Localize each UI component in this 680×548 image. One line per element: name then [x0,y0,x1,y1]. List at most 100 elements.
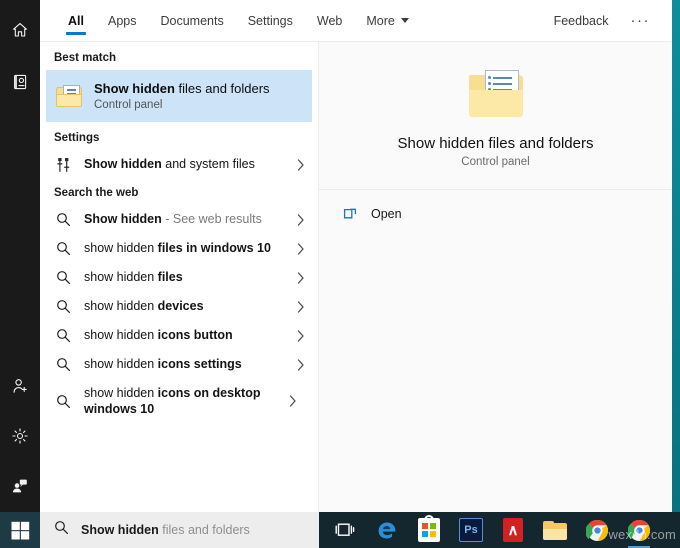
chevron-right-icon[interactable] [286,395,300,407]
web-result-row[interactable]: show hidden icons on desktop windows 10 [40,379,318,423]
chevron-right-icon[interactable] [294,213,308,226]
taskbar-search-box[interactable]: Show hidden files and folders [40,512,319,548]
web-result-label: show hidden files [84,269,282,286]
best-match-subtitle: Control panel [94,98,163,111]
chevron-right-icon[interactable] [294,329,308,342]
feedback-person-icon[interactable] [8,474,32,498]
search-typed-text: Show hidden [81,523,159,537]
web-result-label: show hidden icons on desktop windows 10 [84,385,274,418]
tab-settings[interactable]: Settings [236,0,305,41]
web-result-row[interactable]: show hidden files [40,263,318,292]
account-icon[interactable] [8,374,32,398]
search-web-heading: Search the web [54,187,139,199]
task-view-icon[interactable] [325,512,365,548]
web-result-lead: show hidden [84,241,158,256]
web-result-row[interactable]: show hidden files in windows 10 [40,234,318,263]
tab-all-label: All [68,13,84,28]
tab-web-label: Web [316,13,343,28]
file-explorer-icon[interactable] [535,512,575,548]
preview-panel: Show hidden files and folders Control pa… [319,42,672,512]
search-icon [54,212,72,227]
web-result-row[interactable]: show hidden icons settings [40,350,318,379]
web-result-label: show hidden icons settings [84,356,282,373]
chevron-right-icon[interactable] [294,158,308,171]
gear-icon[interactable] [8,424,32,448]
best-match-title-bold: Show hidden [94,81,175,97]
tab-apps-label: Apps [107,13,137,28]
tab-more[interactable]: More [354,0,420,41]
tab-documents-label: Documents [160,13,224,28]
web-result-lead: Show hidden [84,212,162,227]
tab-settings-label: Settings [247,13,293,28]
web-result-rest: files [157,270,183,285]
web-result-rest: icons settings [157,357,242,372]
start-button[interactable] [0,512,40,548]
web-result-lead: show hidden [84,385,158,400]
web-result-lead: show hidden [84,357,158,372]
edge-icon[interactable] [367,512,407,548]
chevron-right-icon[interactable] [294,358,308,371]
chrome-icon[interactable] [619,512,659,548]
web-result-row[interactable]: show hidden icons button [40,321,318,350]
chevron-right-icon[interactable] [294,242,308,255]
notebook-icon[interactable] [8,70,32,94]
chevron-right-icon[interactable] [294,271,308,284]
open-external-icon [341,206,359,221]
settings-result-row[interactable]: Show hidden and system files [40,150,318,179]
search-icon [54,270,72,285]
photoshop-icon[interactable]: Ps [451,512,491,548]
web-result-label: Show hidden - See web results [84,211,282,228]
web-result-rest: files in windows 10 [157,241,271,256]
open-action-button[interactable]: Open [341,202,672,225]
web-result-lead: show hidden [84,299,158,314]
web-result-row[interactable]: show hidden devices [40,292,318,321]
search-tabbar: All Apps Documents Settings Web More Fee… [40,0,672,42]
preview-card: Show hidden files and folders Control pa… [319,42,672,190]
overflow-menu-button[interactable]: ··· [621,0,661,41]
best-match-heading: Best match [54,52,116,64]
search-body: Best match Show hidden files and folders… [40,42,672,512]
overflow-dots-icon: ··· [630,12,650,29]
best-match-result[interactable]: Show hidden files and folders Control pa… [46,70,312,122]
taskbar: Show hidden files and folders Ps ∧ wexdn… [0,512,680,548]
folder-list-icon [56,85,82,107]
chrome-icon[interactable] [577,512,617,548]
search-icon [54,357,72,372]
settings-heading: Settings [54,132,100,144]
preview-title: Show hidden files and folders [397,134,594,152]
microsoft-store-icon[interactable] [409,512,449,548]
open-action-label: Open [371,206,402,221]
preview-actions: Open [319,190,672,225]
tab-all[interactable]: All [56,0,96,41]
search-flyout: All Apps Documents Settings Web More Fee… [40,0,672,512]
home-icon[interactable] [8,18,32,42]
search-input[interactable]: Show hidden files and folders [81,523,250,537]
search-suggestion-text: files and folders [158,523,250,537]
web-result-label: show hidden devices [84,298,282,315]
tab-apps[interactable]: Apps [96,0,149,41]
feedback-button[interactable]: Feedback [542,0,621,41]
taskbar-icons: Ps ∧ wexdn.com [319,512,680,548]
web-result-lead: show hidden [84,270,158,285]
settings-sliders-icon [54,157,72,173]
results-list: Best match Show hidden files and folders… [40,42,319,512]
settings-result-rest: and system files [161,157,255,172]
web-result-lead: show hidden [84,328,158,343]
best-match-title: Show hidden files and folders [94,81,270,97]
tab-documents[interactable]: Documents [148,0,235,41]
search-left-rail [0,0,40,512]
chevron-right-icon[interactable] [294,300,308,313]
search-icon [54,520,69,540]
search-icon [54,299,72,314]
chevron-down-icon [400,18,409,23]
tab-web[interactable]: Web [305,0,354,41]
acrobat-reader-icon[interactable]: ∧ [493,512,533,548]
web-result-rest: devices [157,299,204,314]
web-result-label: show hidden icons button [84,327,282,344]
web-result-row[interactable]: Show hidden - See web results [40,205,318,234]
screen: All Apps Documents Settings Web More Fee… [0,0,680,548]
folder-list-icon [468,69,523,117]
preview-subtitle: Control panel [461,155,530,168]
search-icon [54,241,72,256]
settings-result-label: Show hidden and system files [84,156,282,173]
